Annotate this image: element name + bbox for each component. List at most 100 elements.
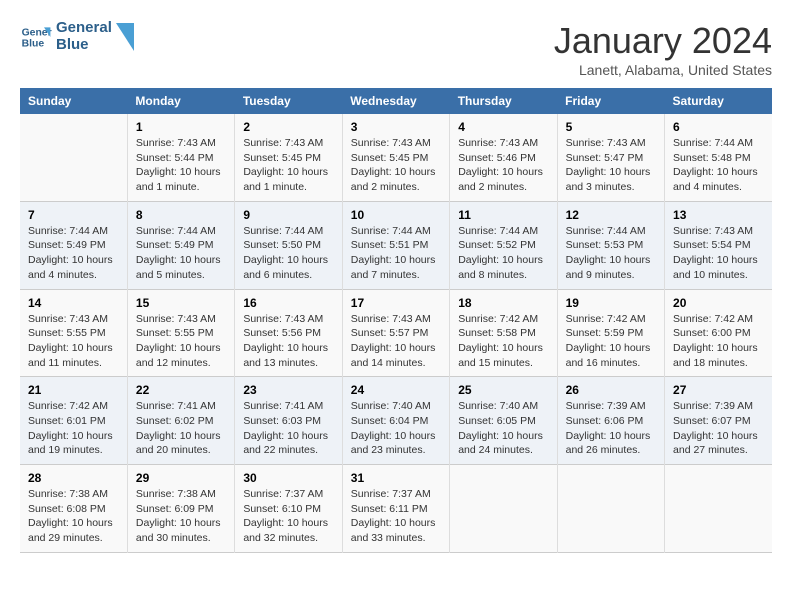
day-number: 25	[458, 383, 548, 397]
day-info: Sunrise: 7:43 AM Sunset: 5:55 PM Dayligh…	[28, 312, 119, 371]
calendar-cell: 28 Sunrise: 7:38 AM Sunset: 6:08 PM Dayli…	[20, 465, 127, 553]
day-info: Sunrise: 7:41 AM Sunset: 6:02 PM Dayligh…	[136, 399, 226, 458]
calendar-cell: 26 Sunrise: 7:39 AM Sunset: 6:06 PM Dayli…	[557, 377, 664, 465]
calendar-cell: 11Sunrise: 7:44 AM Sunset: 5:52 PM Dayli…	[450, 201, 557, 289]
day-info: Sunrise: 7:39 AM Sunset: 6:07 PM Dayligh…	[673, 399, 764, 458]
day-number: 12	[566, 208, 656, 222]
logo-general: General	[56, 20, 112, 37]
calendar-cell: 21Sunrise: 7:42 AM Sunset: 6:01 PM Dayli…	[20, 377, 127, 465]
day-number: 13	[673, 208, 764, 222]
weekday-header: Wednesday	[342, 88, 449, 114]
day-number: 22	[136, 383, 226, 397]
day-number: 15	[136, 296, 226, 310]
calendar-cell	[450, 465, 557, 553]
day-info: Sunrise: 7:40 AM Sunset: 6:05 PM Dayligh…	[458, 399, 548, 458]
day-info: Sunrise: 7:40 AM Sunset: 6:04 PM Dayligh…	[351, 399, 441, 458]
calendar-week-row: 7 Sunrise: 7:44 AM Sunset: 5:49 PM Daylig…	[20, 201, 772, 289]
day-number: 14	[28, 296, 119, 310]
calendar-cell	[557, 465, 664, 553]
title-area: January 2024 Lanett, Alabama, United Sta…	[554, 20, 772, 78]
day-info: Sunrise: 7:42 AM Sunset: 5:59 PM Dayligh…	[566, 312, 656, 371]
day-info: Sunrise: 7:44 AM Sunset: 5:49 PM Dayligh…	[28, 224, 119, 283]
calendar-cell: 6Sunrise: 7:44 AM Sunset: 5:48 PM Daylig…	[665, 114, 772, 201]
day-info: Sunrise: 7:43 AM Sunset: 5:54 PM Dayligh…	[673, 224, 764, 283]
calendar-cell	[665, 465, 772, 553]
calendar-cell: 12 Sunrise: 7:44 AM Sunset: 5:53 PM Dayli…	[557, 201, 664, 289]
day-number: 23	[243, 383, 333, 397]
day-number: 18	[458, 296, 548, 310]
day-info: Sunrise: 7:44 AM Sunset: 5:53 PM Dayligh…	[566, 224, 656, 283]
day-number: 10	[351, 208, 441, 222]
day-info: Sunrise: 7:42 AM Sunset: 6:01 PM Dayligh…	[28, 399, 119, 458]
calendar-week-row: 1Sunrise: 7:43 AM Sunset: 5:44 PM Daylig…	[20, 114, 772, 201]
day-info: Sunrise: 7:42 AM Sunset: 6:00 PM Dayligh…	[673, 312, 764, 371]
day-number: 28	[28, 471, 119, 485]
day-number: 30	[243, 471, 333, 485]
day-number: 20	[673, 296, 764, 310]
calendar-cell: 22 Sunrise: 7:41 AM Sunset: 6:02 PM Dayli…	[127, 377, 234, 465]
calendar-cell: 23Sunrise: 7:41 AM Sunset: 6:03 PM Dayli…	[235, 377, 342, 465]
day-number: 4	[458, 120, 548, 134]
day-info: Sunrise: 7:38 AM Sunset: 6:08 PM Dayligh…	[28, 487, 119, 546]
day-number: 24	[351, 383, 441, 397]
calendar-cell: 29 Sunrise: 7:38 AM Sunset: 6:09 PM Dayli…	[127, 465, 234, 553]
day-info: Sunrise: 7:43 AM Sunset: 5:45 PM Dayligh…	[243, 136, 333, 195]
day-number: 5	[566, 120, 656, 134]
day-info: Sunrise: 7:44 AM Sunset: 5:51 PM Dayligh…	[351, 224, 441, 283]
day-info: Sunrise: 7:43 AM Sunset: 5:56 PM Dayligh…	[243, 312, 333, 371]
calendar-cell	[20, 114, 127, 201]
weekday-header: Friday	[557, 88, 664, 114]
day-number: 2	[243, 120, 333, 134]
day-number: 31	[351, 471, 441, 485]
calendar-cell: 30 Sunrise: 7:37 AM Sunset: 6:10 PM Dayli…	[235, 465, 342, 553]
logo-icon: General Blue	[20, 21, 52, 53]
calendar-week-row: 14 Sunrise: 7:43 AM Sunset: 5:55 PM Dayli…	[20, 289, 772, 377]
day-info: Sunrise: 7:42 AM Sunset: 5:58 PM Dayligh…	[458, 312, 548, 371]
calendar-cell: 9 Sunrise: 7:44 AM Sunset: 5:50 PM Daylig…	[235, 201, 342, 289]
weekday-header: Thursday	[450, 88, 557, 114]
calendar-cell: 8 Sunrise: 7:44 AM Sunset: 5:49 PM Daylig…	[127, 201, 234, 289]
calendar-cell: 31 Sunrise: 7:37 AM Sunset: 6:11 PM Dayli…	[342, 465, 449, 553]
day-info: Sunrise: 7:37 AM Sunset: 6:11 PM Dayligh…	[351, 487, 441, 546]
sub-title: Lanett, Alabama, United States	[554, 62, 772, 78]
calendar-cell: 27 Sunrise: 7:39 AM Sunset: 6:07 PM Dayli…	[665, 377, 772, 465]
calendar-cell: 19Sunrise: 7:42 AM Sunset: 5:59 PM Dayli…	[557, 289, 664, 377]
day-number: 27	[673, 383, 764, 397]
calendar-cell: 24 Sunrise: 7:40 AM Sunset: 6:04 PM Dayli…	[342, 377, 449, 465]
day-number: 26	[566, 383, 656, 397]
svg-text:Blue: Blue	[22, 38, 45, 49]
day-number: 9	[243, 208, 333, 222]
calendar-table: SundayMondayTuesdayWednesdayThursdayFrid…	[20, 88, 772, 553]
weekday-header: Saturday	[665, 88, 772, 114]
day-info: Sunrise: 7:38 AM Sunset: 6:09 PM Dayligh…	[136, 487, 226, 546]
day-info: Sunrise: 7:43 AM Sunset: 5:57 PM Dayligh…	[351, 312, 441, 371]
day-info: Sunrise: 7:43 AM Sunset: 5:55 PM Dayligh…	[136, 312, 226, 371]
calendar-cell: 4Sunrise: 7:43 AM Sunset: 5:46 PM Daylig…	[450, 114, 557, 201]
weekday-header: Sunday	[20, 88, 127, 114]
calendar-cell: 3Sunrise: 7:43 AM Sunset: 5:45 PM Daylig…	[342, 114, 449, 201]
calendar-cell: 5Sunrise: 7:43 AM Sunset: 5:47 PM Daylig…	[557, 114, 664, 201]
calendar-cell: 16Sunrise: 7:43 AM Sunset: 5:56 PM Dayli…	[235, 289, 342, 377]
logo-blue: Blue	[56, 37, 112, 54]
day-number: 7	[28, 208, 119, 222]
calendar-week-row: 21Sunrise: 7:42 AM Sunset: 6:01 PM Dayli…	[20, 377, 772, 465]
day-info: Sunrise: 7:44 AM Sunset: 5:49 PM Dayligh…	[136, 224, 226, 283]
calendar-cell: 14 Sunrise: 7:43 AM Sunset: 5:55 PM Dayli…	[20, 289, 127, 377]
calendar-header-row: SundayMondayTuesdayWednesdayThursdayFrid…	[20, 88, 772, 114]
calendar-cell: 17Sunrise: 7:43 AM Sunset: 5:57 PM Dayli…	[342, 289, 449, 377]
day-number: 8	[136, 208, 226, 222]
weekday-header: Tuesday	[235, 88, 342, 114]
day-number: 3	[351, 120, 441, 134]
main-title: January 2024	[554, 20, 772, 62]
day-info: Sunrise: 7:37 AM Sunset: 6:10 PM Dayligh…	[243, 487, 333, 546]
day-info: Sunrise: 7:39 AM Sunset: 6:06 PM Dayligh…	[566, 399, 656, 458]
calendar-cell: 20 Sunrise: 7:42 AM Sunset: 6:00 PM Dayli…	[665, 289, 772, 377]
day-number: 29	[136, 471, 226, 485]
day-info: Sunrise: 7:44 AM Sunset: 5:50 PM Dayligh…	[243, 224, 333, 283]
calendar-cell: 1Sunrise: 7:43 AM Sunset: 5:44 PM Daylig…	[127, 114, 234, 201]
weekday-header: Monday	[127, 88, 234, 114]
page-header: General Blue General Blue January 2024 L…	[20, 20, 772, 78]
calendar-cell: 2 Sunrise: 7:43 AM Sunset: 5:45 PM Daylig…	[235, 114, 342, 201]
calendar-cell: 18 Sunrise: 7:42 AM Sunset: 5:58 PM Dayli…	[450, 289, 557, 377]
day-info: Sunrise: 7:43 AM Sunset: 5:44 PM Dayligh…	[136, 136, 226, 195]
